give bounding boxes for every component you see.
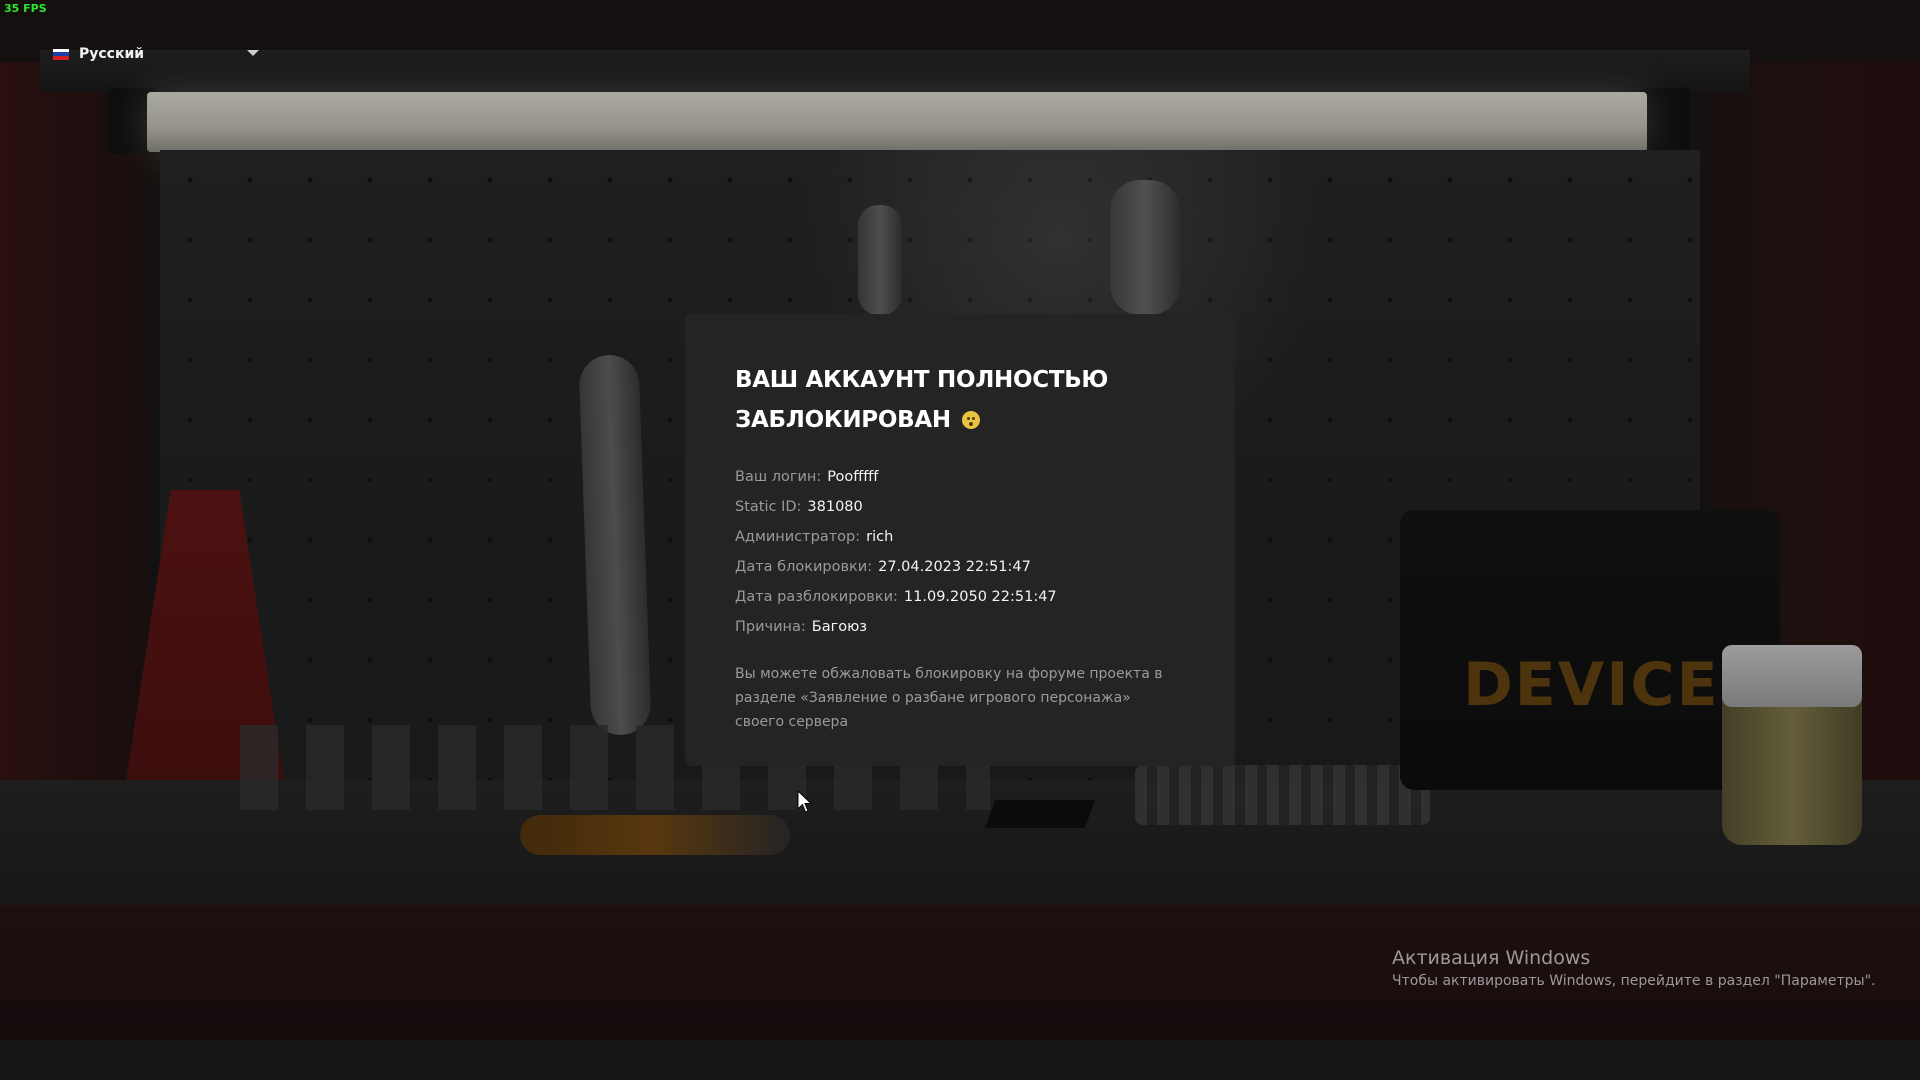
- ban-detail-label: Ваш логин:: [735, 469, 822, 485]
- ban-title-line2: ЗАБЛОКИРОВАН: [735, 407, 951, 433]
- ban-detail-label: Дата блокировки:: [735, 559, 873, 575]
- ban-detail-label: Дата разблокировки:: [735, 589, 898, 605]
- ban-detail-value: 381080: [807, 499, 863, 515]
- appeal-text: Вы можете обжаловать блокировку на форум…: [735, 666, 1163, 730]
- ban-detail-row: Static ID: 381080: [735, 492, 1185, 522]
- ban-title: ВАШ АККАУНТ ПОЛНОСТЬЮ ЗАБЛОКИРОВАН: [735, 360, 1185, 440]
- ban-notice-modal: ВАШ АККАУНТ ПОЛНОСТЬЮ ЗАБЛОКИРОВАН Ваш л…: [685, 314, 1235, 766]
- mouse-cursor-icon: [797, 790, 813, 813]
- ban-detail-value: Poofffff: [827, 469, 879, 485]
- fps-counter: 35 FPS: [4, 2, 47, 15]
- ban-detail-row: Дата блокировки: 27.04.2023 22:51:47: [735, 552, 1185, 582]
- ban-detail-value: Багоюз: [811, 619, 868, 635]
- language-selector[interactable]: Русский: [53, 42, 259, 66]
- language-label: Русский: [79, 46, 145, 62]
- ban-detail-label: Static ID:: [735, 499, 802, 515]
- ban-title-line1: ВАШ АККАУНТ ПОЛНОСТЬЮ: [735, 367, 1109, 393]
- ban-detail-label: Администратор:: [735, 529, 861, 545]
- watermark-title: Активация Windows: [1392, 947, 1591, 969]
- ban-detail-label: Причина:: [735, 619, 806, 635]
- chevron-down-icon[interactable]: [247, 50, 259, 56]
- ban-detail-row: Администратор: rich: [735, 522, 1185, 552]
- sad-face-emoji-icon: [962, 411, 981, 429]
- ban-details: Ваш логин: Poofffff Static ID: 381080 Админи…: [735, 462, 1185, 642]
- ban-detail-row: Причина: Багоюз: [735, 612, 1185, 642]
- watermark-subtitle: Чтобы активировать Windows, перейдите в …: [1392, 973, 1876, 989]
- ban-detail-row: Дата разблокировки: 11.09.2050 22:51:47: [735, 582, 1185, 612]
- ban-detail-value: 27.04.2023 22:51:47: [878, 559, 1031, 575]
- ban-detail-value: rich: [866, 529, 894, 545]
- ban-detail-row: Ваш логин: Poofffff: [735, 462, 1185, 492]
- windows-activation-watermark: Активация Windows Чтобы активировать Win…: [1392, 946, 1875, 992]
- russia-flag-icon: [53, 48, 69, 60]
- ban-detail-value: 11.09.2050 22:51:47: [903, 589, 1057, 605]
